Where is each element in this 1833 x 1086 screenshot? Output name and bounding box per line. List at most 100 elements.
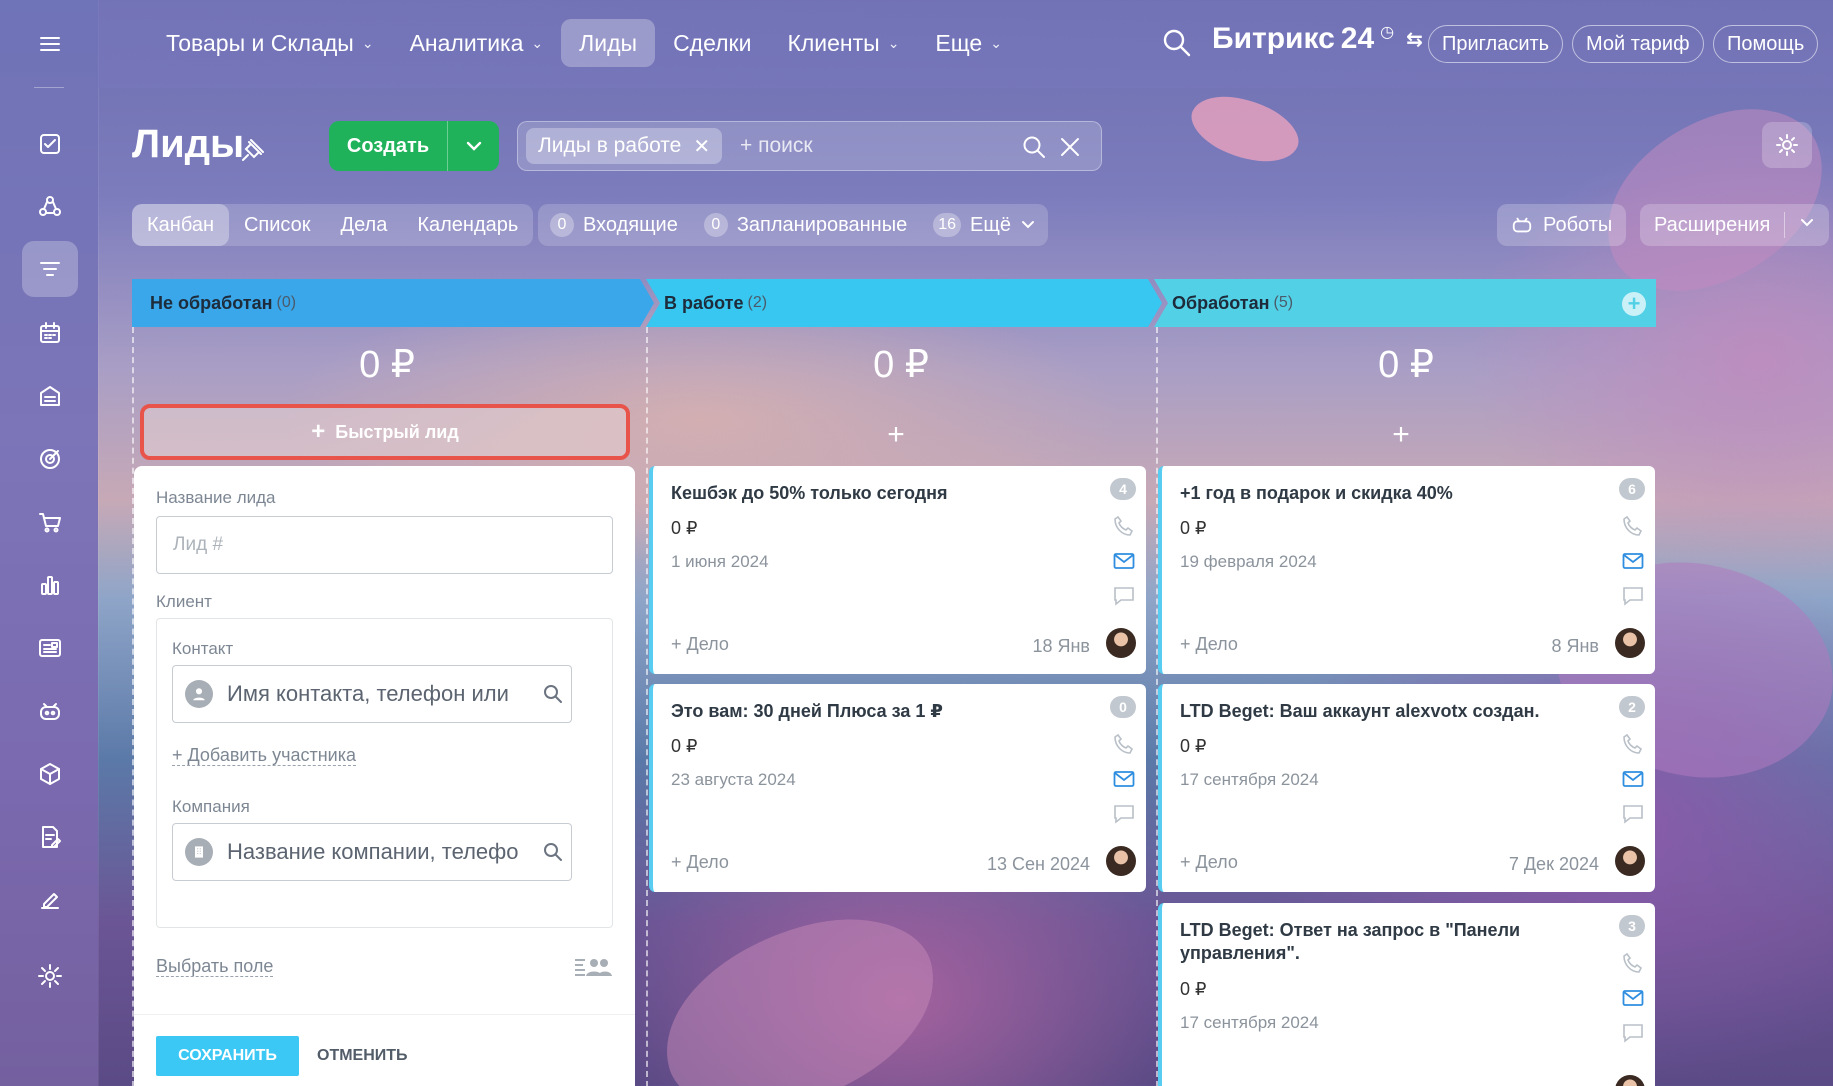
inventory-icon[interactable] [22,746,78,802]
lead-card-title[interactable]: LTD Beget: Ответ на запрос в "Панели упр… [1180,919,1580,965]
view-tab-kanban[interactable]: Канбан [132,204,229,246]
phone-icon[interactable] [1112,514,1136,538]
filter-search-box[interactable]: Лиды в работе ✕ + поиск [517,121,1102,171]
lead-card-title[interactable]: LTD Beget: Ваш аккаунт alexvotx создан. [1180,700,1580,723]
invite-button[interactable]: Пригласить [1428,25,1564,63]
counter-incoming[interactable]: 0 Входящие [550,213,678,237]
lead-card[interactable]: LTD Beget: Ответ на запрос в "Панели упр… [1158,903,1655,1086]
crm-icon[interactable] [22,241,78,297]
clear-icon[interactable] [1057,134,1083,165]
my-tariff-button[interactable]: Мой тариф [1572,25,1704,63]
avatar[interactable] [1106,846,1136,876]
mail-icon[interactable] [1112,549,1136,573]
column-header-new[interactable]: Не обработан (0) [132,279,640,327]
chat-icon[interactable] [1621,584,1645,608]
mail-icon[interactable] [1112,767,1136,791]
extensions-button[interactable]: Расширения [1640,204,1830,246]
field-settings-icon[interactable] [573,954,613,985]
filter-chip[interactable]: Лиды в работе ✕ [526,128,723,164]
chat-icon[interactable] [1112,584,1136,608]
chevron-down-icon[interactable] [1785,214,1829,237]
lead-card[interactable]: Это вам: 30 дней Плюса за 1 ₽ 0 0 ₽ 23 а… [649,684,1146,892]
shop-icon[interactable] [22,494,78,550]
phone-icon[interactable] [1621,951,1645,975]
chat-icon[interactable] [1621,1021,1645,1045]
nav-item-products[interactable]: Товары и Склады ⌄ [148,19,392,67]
view-tab-calendar[interactable]: Календарь [402,204,533,246]
search-input[interactable]: + поиск [740,134,813,158]
avatar[interactable] [1615,1075,1645,1086]
calendar-icon[interactable] [22,305,78,361]
search-icon[interactable] [1160,26,1194,60]
add-activity-link[interactable]: + Дело [671,852,729,873]
phone-icon[interactable] [1621,732,1645,756]
avatar[interactable] [1615,846,1645,876]
lead-card-price: 0 ₽ [1180,518,1207,538]
switch-icon[interactable]: ⇆ [1406,27,1423,52]
column-header-in-work[interactable]: В работе (2) [646,279,1146,327]
nav-item-clients[interactable]: Клиенты ⌄ [769,19,917,67]
sign-icon[interactable] [22,872,78,928]
tasks-icon[interactable] [22,116,78,172]
cancel-button[interactable]: ОТМЕНИТЬ [317,1036,408,1076]
sites-icon[interactable] [22,620,78,676]
add-lead-plus-in-work[interactable]: + [646,418,1146,452]
nav-item-leads[interactable]: Лиды [561,19,656,67]
close-icon[interactable]: ✕ [693,134,710,159]
nav-item-label: Товары и Склады [166,29,354,56]
add-participant-link[interactable]: + Добавить участника [172,745,356,766]
settings-button[interactable] [1762,122,1812,168]
store-icon[interactable] [22,368,78,424]
save-button[interactable]: СОХРАНИТЬ [156,1036,299,1076]
settings-icon[interactable] [22,948,78,1004]
add-activity-link[interactable]: + Дело [1180,634,1238,655]
company-input[interactable]: Название компании, телефо [172,823,572,881]
choose-field-link[interactable]: Выбрать поле [156,956,274,977]
nav-item-deals[interactable]: Сделки [655,19,769,67]
search-icon[interactable] [535,841,571,863]
add-column-icon[interactable]: + [1622,292,1646,316]
lead-card[interactable]: Кешбэк до 50% только сегодня 4 0 ₽ 1 июн… [649,466,1146,674]
robots-button[interactable]: Роботы [1497,204,1627,246]
lead-card-title[interactable]: +1 год в подарок и скидка 40% [1180,482,1580,505]
feed-icon[interactable] [22,179,78,235]
chevron-down-icon[interactable] [448,137,499,155]
view-tab-list[interactable]: Список [229,204,326,246]
counter-more[interactable]: 16 Ещё [933,213,1036,237]
lead-card-title[interactable]: Это вам: 30 дней Плюса за 1 ₽ [671,700,1071,723]
lead-card[interactable]: +1 год в подарок и скидка 40% 6 0 ₽ 19 ф… [1158,466,1655,674]
mail-icon[interactable] [1621,549,1645,573]
chat-icon[interactable] [1112,802,1136,826]
lead-card[interactable]: LTD Beget: Ваш аккаунт alexvotx создан. … [1158,684,1655,892]
mail-icon[interactable] [1621,986,1645,1010]
brand-logo[interactable]: Битрикс 24 ◷ ⇆ [1212,22,1423,56]
counter-planned[interactable]: 0 Запланированные [703,213,907,237]
pin-icon[interactable] [240,137,266,163]
chat-icon[interactable] [1621,802,1645,826]
add-activity-link[interactable]: + Дело [1180,852,1238,873]
create-button[interactable]: Создать [329,121,499,171]
lead-name-input[interactable]: Лид # [156,516,613,574]
avatar[interactable] [1615,628,1645,658]
phone-icon[interactable] [1621,514,1645,538]
view-tab-activities[interactable]: Дела [326,204,403,246]
help-button[interactable]: Помощь [1713,25,1819,63]
search-icon[interactable] [1021,134,1047,165]
search-icon[interactable] [535,683,571,705]
add-lead-plus-processed[interactable]: + [1156,418,1646,452]
lead-card-title[interactable]: Кешбэк до 50% только сегодня [671,482,1071,505]
avatar[interactable] [1106,628,1136,658]
docs-icon[interactable] [22,809,78,865]
nav-item-more[interactable]: Еще ⌄ [917,19,1020,67]
mail-icon[interactable] [1621,767,1645,791]
column-header-processed[interactable]: Обработан (5) [1154,279,1654,327]
robot-icon[interactable] [22,683,78,739]
quick-lead-button[interactable]: + Быстрый лид [140,404,630,460]
add-activity-link[interactable]: + Дело [671,634,729,655]
marketing-icon[interactable] [22,431,78,487]
menu-icon[interactable] [22,16,78,72]
nav-item-analytics[interactable]: Аналитика ⌄ [392,19,562,67]
phone-icon[interactable] [1112,732,1136,756]
contact-input[interactable]: Имя контакта, телефон или [172,665,572,723]
analytics-icon[interactable] [22,557,78,613]
